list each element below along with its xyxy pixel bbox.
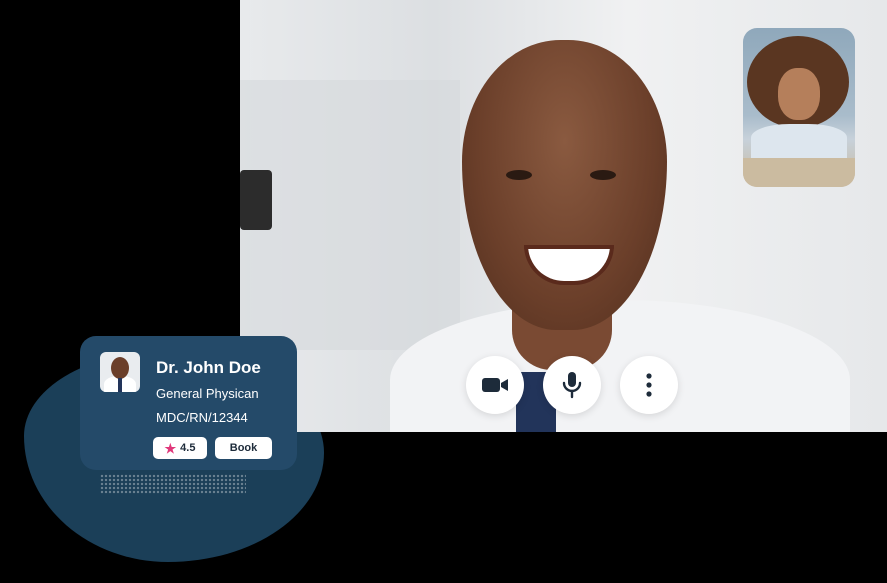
avatar (100, 352, 140, 392)
doctor-card: Dr. John Doe General Physican MDC/RN/123… (80, 336, 297, 470)
patient-face (778, 68, 820, 120)
avatar-head (111, 357, 129, 379)
doctor-specialty: General Physican (156, 386, 259, 401)
doctor-name: Dr. John Doe (156, 358, 261, 377)
doctor-registration: MDC/RN/12344 (156, 410, 248, 425)
star-icon: ★ (164, 440, 177, 456)
avatar-tie (118, 378, 122, 392)
microphone-icon (562, 372, 582, 399)
microphone-button[interactable] (543, 356, 601, 414)
background-object (240, 170, 272, 230)
decorative-dots (100, 474, 246, 494)
rating-value: 4.5 (180, 442, 196, 454)
call-controls (466, 356, 678, 414)
camera-button[interactable] (466, 356, 524, 414)
doctor-head (462, 40, 667, 330)
patient-shirt (751, 124, 847, 158)
doctor-smile (524, 245, 614, 285)
more-options-icon (646, 373, 652, 397)
rating-badge: ★ 4.5 (153, 437, 207, 459)
doctor-eye (590, 170, 616, 180)
patient-desk (743, 158, 855, 187)
background-wall (240, 80, 460, 350)
camera-icon (482, 378, 508, 392)
doctor-eye (506, 170, 532, 180)
self-view-video[interactable] (743, 28, 855, 187)
book-button[interactable]: Book (215, 437, 272, 459)
more-options-button[interactable] (620, 356, 678, 414)
